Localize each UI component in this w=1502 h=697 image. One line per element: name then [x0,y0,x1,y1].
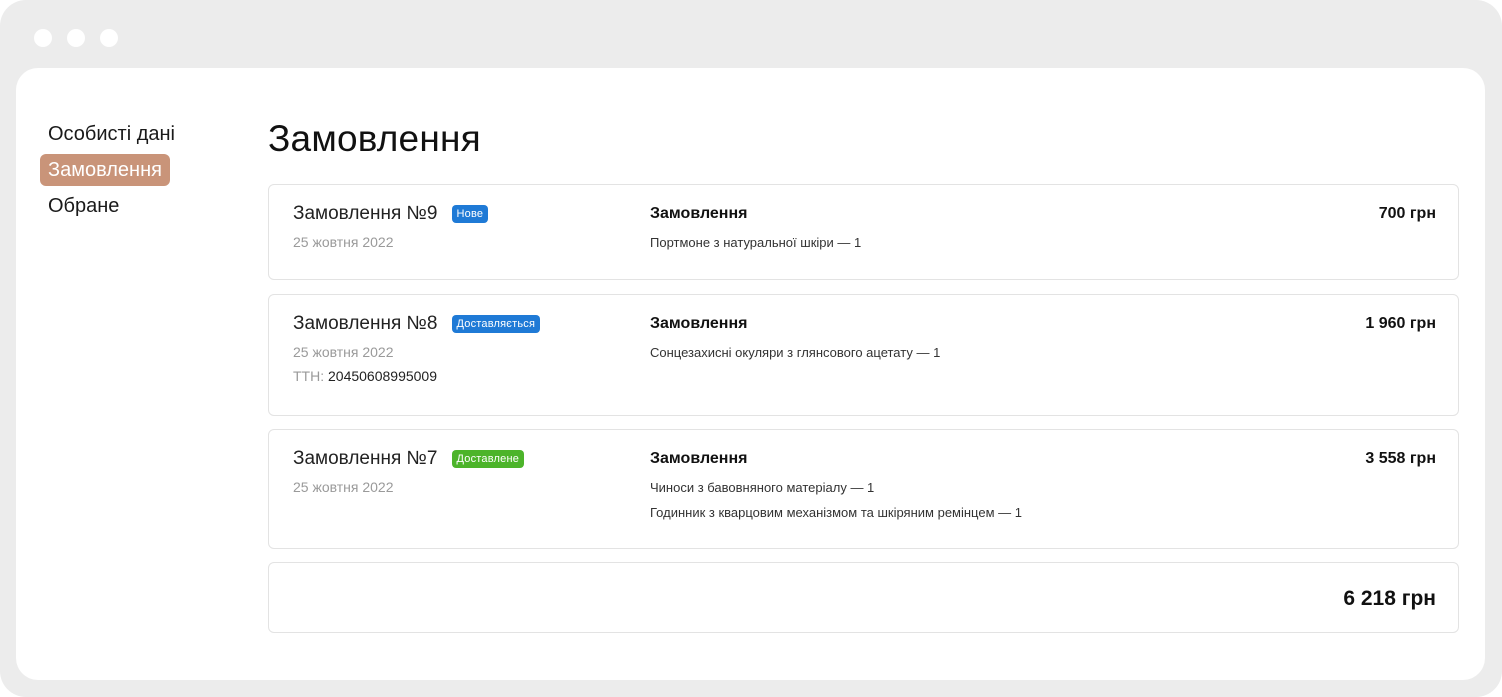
order-items-heading: Замовлення [650,315,748,332]
window-dot-close[interactable] [34,29,52,47]
order-items-heading: Замовлення [650,205,748,222]
order-date: 25 жовтня 2022 [293,479,394,495]
window-dot-maximize[interactable] [100,29,118,47]
sidebar-item-personal-data[interactable]: Особисті дані [40,118,183,150]
order-item: Чиноси з бавовняного матеріалу — 1 [650,480,875,495]
order-price: 1 960 грн [1365,315,1436,332]
order-price: 700 грн [1378,205,1436,222]
window-dot-minimize[interactable] [67,29,85,47]
status-badge: Доставлене [451,450,525,468]
tracking-label: ТТН: [293,368,325,384]
order-item: Сонцезахисні окуляри з глянсового ацетат… [650,345,941,360]
tracking-number: ТТН: 20450608995009 [293,368,540,384]
order-item: Годинник з кварцовим механізмом та шкіря… [650,505,1022,520]
sidebar-item-favorites[interactable]: Обране [40,190,127,222]
order-items-heading: Замовлення [650,450,748,467]
order-title: Замовлення №8 [293,313,438,334]
browser-window: Особисті дані Замовлення Обране Замовлен… [0,0,1502,697]
orders-total-card: 6 218 грн [268,562,1459,633]
page-content: Особисті дані Замовлення Обране Замовлен… [16,68,1485,680]
window-controls [34,29,118,47]
status-badge: Нове [451,205,489,223]
order-date: 25 жовтня 2022 [293,234,394,250]
sidebar-item-orders[interactable]: Замовлення [40,154,170,186]
page-title: Замовлення [268,118,481,159]
orders-total: 6 218 грн [1343,587,1436,610]
tracking-value: 20450608995009 [328,368,438,384]
order-card[interactable]: Замовлення №9 Нове 25 жовтня 2022 Замовл… [268,184,1459,280]
account-sidebar: Особисті дані Замовлення Обране [40,118,183,226]
order-card[interactable]: Замовлення №7 Доставлене 25 жовтня 2022 … [268,429,1459,549]
order-title: Замовлення №7 [293,448,438,469]
order-price: 3 558 грн [1365,450,1436,467]
order-card[interactable]: Замовлення №8 Доставляється 25 жовтня 20… [268,294,1459,416]
order-date: 25 жовтня 2022 [293,344,394,360]
status-badge: Доставляється [451,315,541,333]
order-title: Замовлення №9 [293,203,438,224]
order-item: Портмоне з натуральної шкіри — 1 [650,235,862,250]
